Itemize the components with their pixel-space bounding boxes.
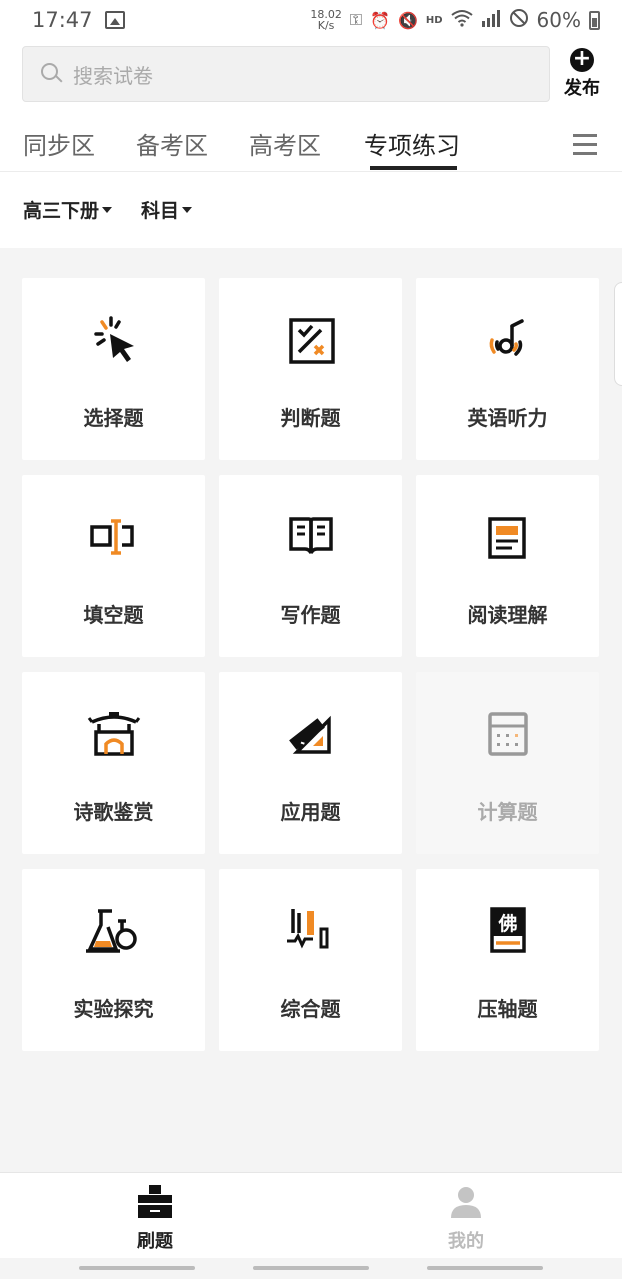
subject-filter[interactable]: 科目 <box>141 196 193 223</box>
gesture-handle[interactable] <box>253 1266 369 1270</box>
grade-filter[interactable]: 高三下册 <box>23 196 113 223</box>
dnd-icon <box>509 8 529 32</box>
card-label: 应用题 <box>280 800 341 824</box>
key-icon: ⚿ <box>349 10 363 29</box>
card-experiment[interactable]: 实验探究 <box>22 869 205 1051</box>
brush-icon <box>138 1185 172 1218</box>
tab-sync[interactable]: 同步区 <box>23 126 95 161</box>
tab-bar: 同步区 备考区 高考区 专项练习 <box>0 122 622 172</box>
tab-gaokao[interactable]: 高考区 <box>249 126 321 161</box>
hd-indicator: HD <box>425 14 443 26</box>
edge-panel-handle[interactable] <box>614 282 622 386</box>
card-label: 判断题 <box>280 406 341 430</box>
card-application[interactable]: 应用题 <box>219 672 402 854</box>
menu-icon[interactable] <box>573 134 597 156</box>
card-label: 阅读理解 <box>467 603 548 627</box>
search-icon <box>41 63 63 85</box>
card-label: 压轴题 <box>477 997 538 1021</box>
check-cross-icon <box>288 318 335 364</box>
card-reading[interactable]: 阅读理解 <box>416 475 599 657</box>
tab-special[interactable]: 专项练习 <box>364 126 460 161</box>
open-book-icon <box>288 517 333 554</box>
person-icon <box>451 1187 481 1218</box>
mute-icon: 🔇 <box>397 10 418 30</box>
filter-bar: 高三下册 科目 <box>0 190 622 230</box>
status-bar: 17:47 18.02 K/s ⚿ ⏰ 🔇 HD 60% <box>0 0 622 40</box>
publish-label: 发布 <box>564 78 600 99</box>
nav-label: 刷题 <box>137 1231 173 1252</box>
pavilion-icon <box>87 712 140 756</box>
active-tab-indicator <box>370 166 457 170</box>
status-indicators: 18.02 K/s ⚿ ⏰ 🔇 HD 60% <box>310 8 600 32</box>
card-label: 填空题 <box>83 603 144 627</box>
header: 搜索试卷 + 发布 同步区 备考区 高考区 专项练习 高三下册 科目 <box>0 40 622 248</box>
book-icon-text: 佛 <box>497 912 517 935</box>
alarm-icon: ⏰ <box>370 10 390 30</box>
gesture-bar <box>0 1258 622 1279</box>
grade-filter-label: 高三下册 <box>23 200 100 222</box>
search-input[interactable]: 搜索试卷 <box>22 46 550 102</box>
image-notification-icon <box>104 11 125 29</box>
flask-icon <box>85 909 137 953</box>
card-label: 计算题 <box>477 800 538 824</box>
cursor-click-icon <box>93 316 134 362</box>
document-icon <box>487 517 526 559</box>
music-note-icon <box>489 319 524 356</box>
caret-down-icon <box>182 206 193 213</box>
wifi-icon <box>450 9 473 31</box>
plus-circle-icon: + <box>570 48 594 72</box>
card-label: 诗歌鉴赏 <box>73 800 154 824</box>
bottom-nav: 刷题 我的 <box>0 1172 622 1258</box>
card-comprehensive[interactable]: 综合题 <box>219 869 402 1051</box>
card-judge[interactable]: 判断题 <box>219 278 402 460</box>
card-label: 选择题 <box>83 406 144 430</box>
card-fill-blank[interactable]: 填空题 <box>22 475 205 657</box>
card-listening[interactable]: 英语听力 <box>416 278 599 460</box>
subject-filter-label: 科目 <box>141 200 180 222</box>
card-label: 实验探究 <box>73 997 154 1021</box>
caret-down-icon <box>102 206 113 213</box>
tab-prep[interactable]: 备考区 <box>136 126 208 161</box>
battery-percent: 60% <box>536 8 581 32</box>
battery-icon <box>589 10 600 30</box>
book-fo-icon: 佛 <box>489 907 526 953</box>
nav-profile[interactable]: 我的 <box>416 1185 516 1253</box>
status-time: 17:47 <box>32 8 93 32</box>
card-finale[interactable]: 佛 压轴题 <box>416 869 599 1051</box>
ruler-triangle-icon <box>288 715 331 754</box>
nav-practice[interactable]: 刷题 <box>105 1185 205 1253</box>
calculator-icon <box>487 712 528 756</box>
card-writing[interactable]: 写作题 <box>219 475 402 657</box>
gesture-handle[interactable] <box>79 1266 195 1270</box>
publish-button[interactable]: + 发布 <box>560 46 604 102</box>
card-poetry[interactable]: 诗歌鉴赏 <box>22 672 205 854</box>
nav-label: 我的 <box>448 1231 484 1252</box>
chart-bars-icon <box>286 909 328 949</box>
search-placeholder: 搜索试卷 <box>73 63 153 88</box>
gesture-handle[interactable] <box>427 1266 543 1270</box>
text-cursor-box-icon <box>89 519 134 555</box>
card-label: 英语听力 <box>467 406 548 430</box>
signal-icon <box>481 9 501 31</box>
net-speed: 18.02 K/s <box>310 8 342 32</box>
card-label: 综合题 <box>280 997 341 1021</box>
card-choice[interactable]: 选择题 <box>22 278 205 460</box>
card-label: 写作题 <box>280 603 341 627</box>
card-calculation[interactable]: 计算题 <box>416 672 599 854</box>
